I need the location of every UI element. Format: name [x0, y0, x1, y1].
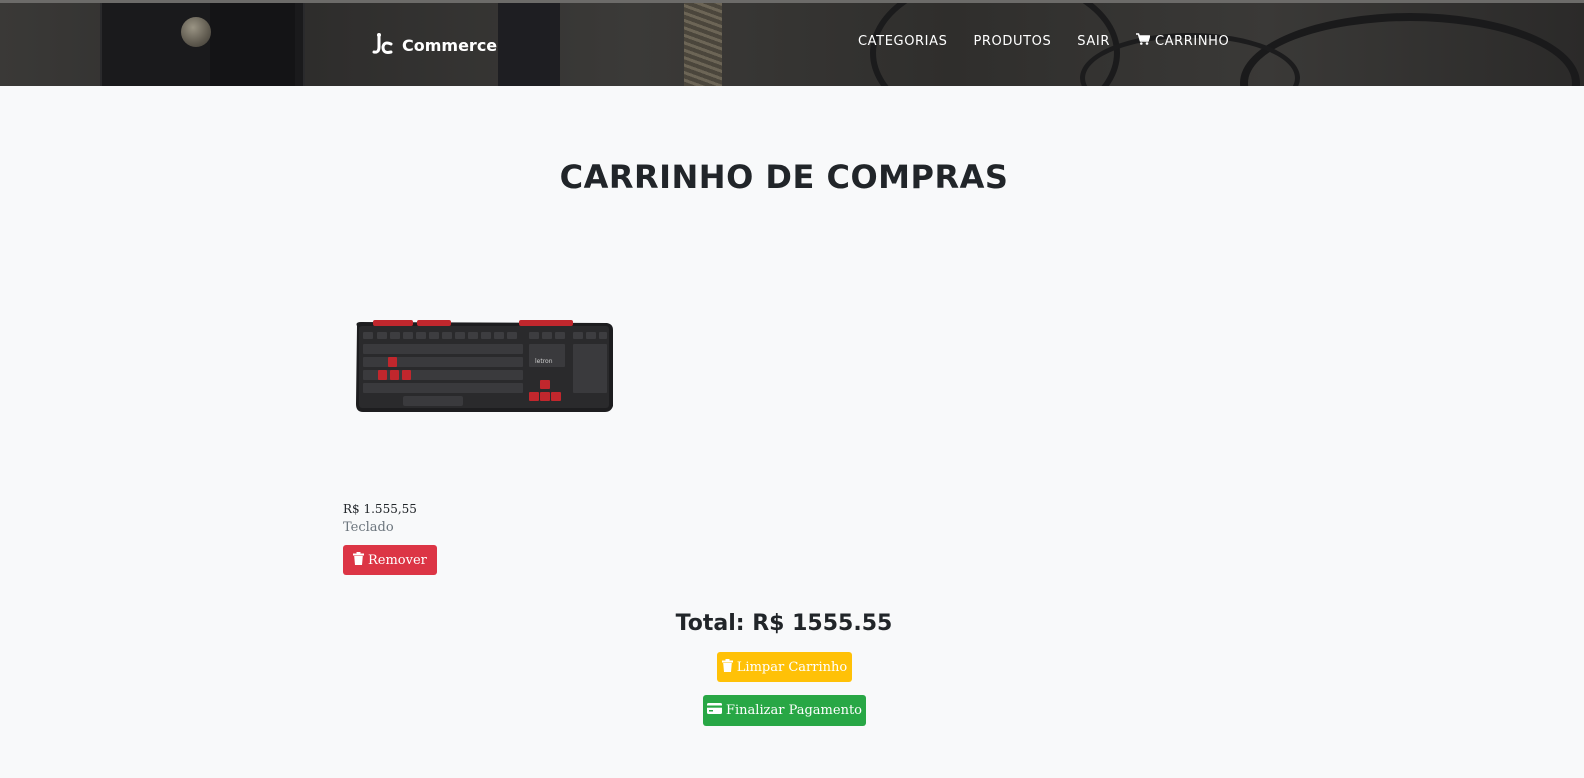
nav-categorias[interactable]: CATEGORIAS — [858, 34, 947, 49]
remove-item-button[interactable]: Remover — [343, 545, 437, 575]
site-header: Commerce CATEGORIAS PRODUTOS SAIR CARRIN… — [0, 0, 1584, 86]
clear-cart-label: Limpar Carrinho — [736, 659, 848, 675]
header-background-rivet — [181, 17, 211, 47]
item-price: R$ 1.555,55 — [343, 502, 417, 516]
product-image-keyboard: letron — [356, 320, 613, 412]
header-background-strap-b — [498, 3, 560, 86]
checkout-button[interactable]: Finalizar Pagamento — [703, 695, 866, 726]
header-background-strap-inner — [210, 3, 295, 86]
jc-logo-icon — [370, 32, 396, 58]
trash-icon — [721, 658, 733, 676]
nav-produtos[interactable]: PRODUTOS — [973, 34, 1051, 49]
remove-item-label: Remover — [368, 552, 427, 568]
page-title: CARRINHO DE COMPRAS — [559, 158, 1009, 196]
brand-name: Commerce — [402, 35, 498, 55]
cart-item: letron R$ 1.555,55 Teclado Remover — [343, 260, 623, 575]
cart-total: Total: R$ 1555.55 — [675, 611, 893, 636]
checkout-label: Finalizar Pagamento — [726, 703, 862, 718]
cart-icon — [1135, 33, 1151, 49]
clear-cart-button[interactable]: Limpar Carrinho — [717, 652, 852, 682]
item-name: Teclado — [343, 520, 394, 535]
nav-carrinho[interactable]: CARRINHO — [1135, 33, 1230, 49]
main-nav: CATEGORIAS PRODUTOS SAIR CARRINHO — [858, 33, 1229, 49]
nav-sair[interactable]: SAIR — [1077, 34, 1110, 49]
keyboard-brand-label: letron — [535, 358, 553, 365]
nav-carrinho-label: CARRINHO — [1154, 33, 1230, 49]
header-background-leather — [684, 3, 722, 86]
brand-link[interactable]: Commerce — [370, 30, 497, 60]
credit-card-icon — [707, 703, 722, 718]
trash-icon — [353, 551, 364, 569]
